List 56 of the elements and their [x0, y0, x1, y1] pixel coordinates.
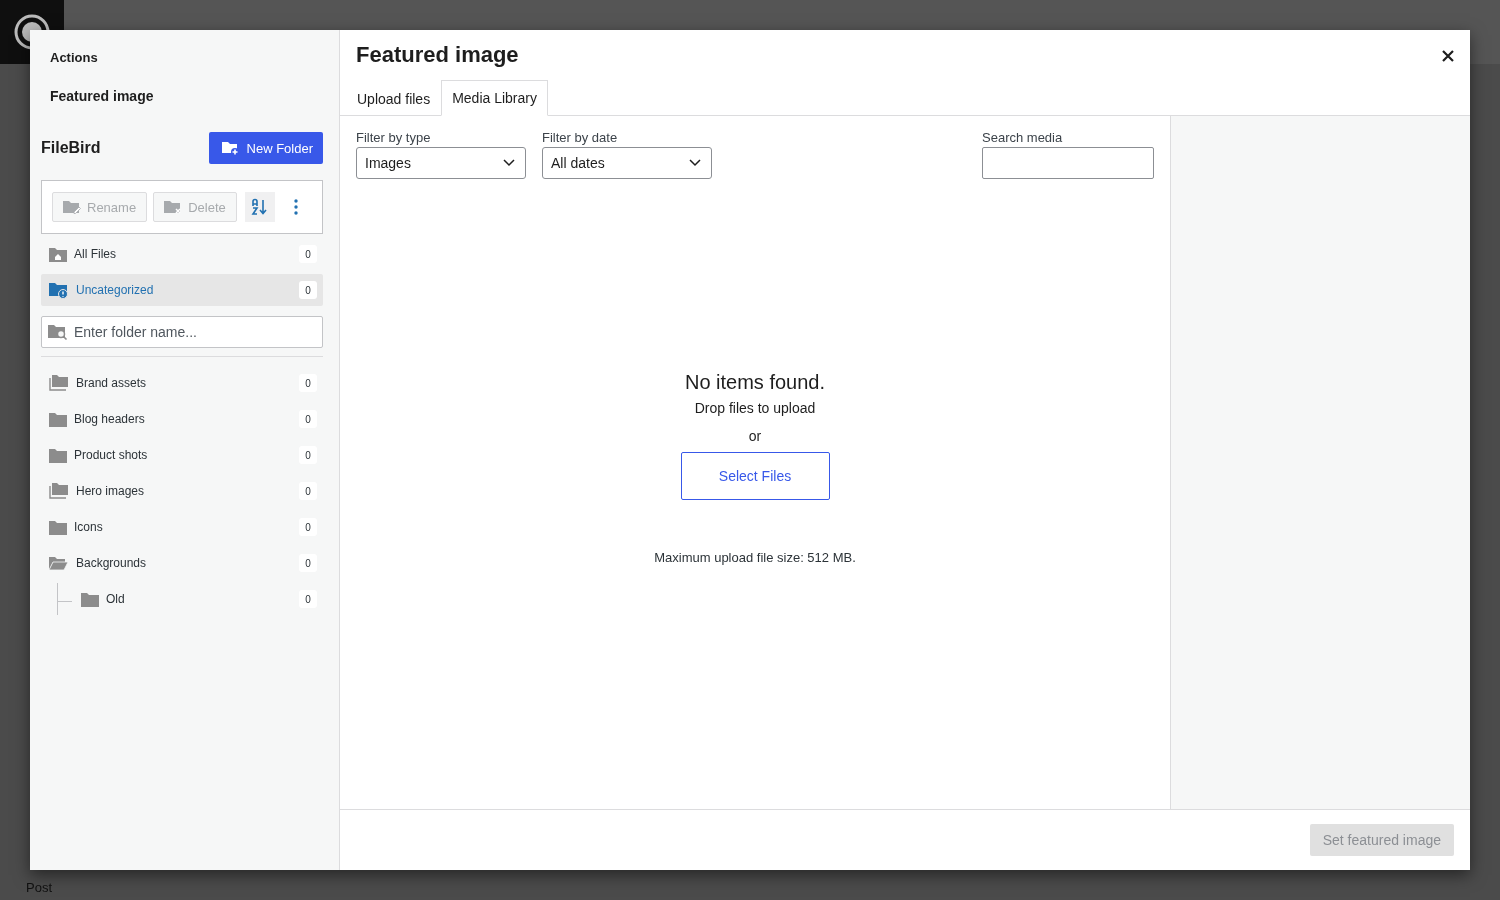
folder-count: 0 — [299, 446, 317, 464]
folder-item[interactable]: Backgrounds 0 — [41, 547, 323, 579]
folder-count: 0 — [299, 410, 317, 428]
breadcrumb-text: Post — [26, 879, 52, 895]
folder-count: 0 — [299, 518, 317, 536]
tab[interactable]: Media Library — [441, 80, 548, 116]
folder-plus-icon — [220, 140, 239, 156]
folder-icon — [49, 447, 67, 463]
filter-dropdown[interactable]: Images — [356, 147, 526, 179]
folder-icon — [49, 519, 67, 535]
upload-limit-text: Maximum upload file size: 512 MB. — [654, 550, 856, 565]
search-field[interactable] — [982, 147, 1154, 179]
folder-item[interactable]: Brand assets 0 — [41, 367, 323, 399]
folder-item[interactable]: Hero images 0 — [41, 475, 323, 507]
folder-count: 0 — [299, 482, 317, 500]
folders-icon — [49, 483, 69, 499]
folder-count: 0 — [299, 374, 317, 392]
folder-search-field[interactable]: Enter folder name... — [41, 316, 323, 348]
folder-count: 0 — [299, 590, 317, 608]
folder-item[interactable]: Blog headers 0 — [41, 403, 323, 435]
chevron-down-icon — [689, 159, 701, 167]
modal-title: Featured image — [356, 42, 519, 68]
chevron-down-icon — [503, 159, 515, 167]
home-folder-icon — [49, 246, 67, 262]
folder-icon — [81, 591, 99, 607]
sort-icon — [250, 198, 269, 216]
tab[interactable]: Upload files — [356, 80, 442, 116]
folder-icon — [63, 200, 81, 214]
folder-alert-icon — [49, 281, 69, 299]
sidebar-heading[interactable]: Featured image — [41, 68, 323, 106]
folder-count: 0 — [299, 281, 317, 299]
folder-item[interactable]: All Files 0 — [41, 238, 323, 270]
more-icon — [293, 199, 298, 215]
filter-label: Filter by type — [356, 130, 432, 145]
folder-count: 0 — [299, 554, 317, 572]
folder-item[interactable]: Uncategorized 0 — [41, 274, 323, 306]
tree-line — [57, 583, 72, 615]
search-label: Search media — [982, 130, 1064, 145]
folder-count: 0 — [299, 245, 317, 263]
sort-button[interactable] — [244, 192, 275, 222]
filter-label: Filter by date — [542, 130, 619, 145]
folders-icon — [49, 375, 69, 391]
folder-item[interactable]: Product shots 0 — [41, 439, 323, 471]
filter-dropdown[interactable]: All dates — [542, 147, 712, 179]
empty-title: No items found. — [684, 371, 826, 394]
close-icon[interactable] — [1442, 50, 1454, 62]
folder-item[interactable]: Icons 0 — [41, 511, 323, 543]
plugin-title: FileBird — [41, 139, 101, 157]
folder-item[interactable]: Old 0 — [41, 583, 323, 615]
or-text: or — [748, 428, 762, 444]
upload-instructions: Drop files to upload — [694, 400, 816, 416]
folder-icon — [164, 200, 183, 214]
new-folder-button[interactable]: New Folder — [208, 132, 323, 164]
sidebar-heading[interactable]: Actions — [41, 30, 323, 68]
folder-icon — [49, 411, 67, 427]
select-files-button[interactable]: Select Files — [680, 452, 830, 500]
